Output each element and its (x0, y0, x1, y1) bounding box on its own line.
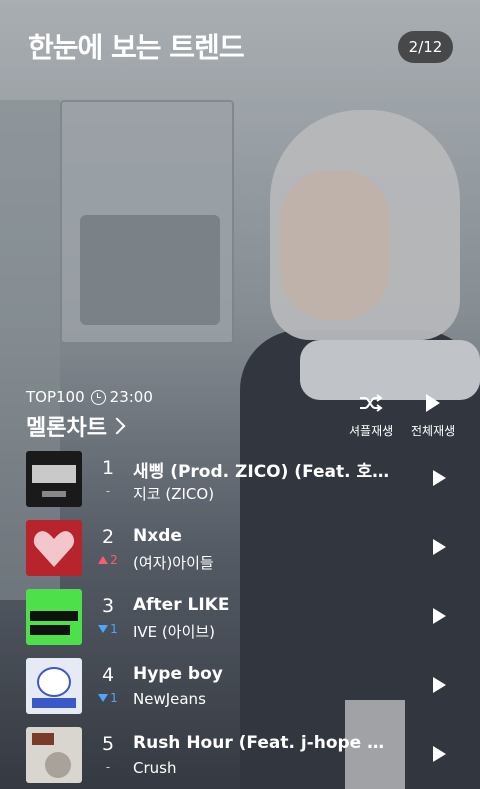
shuffle-play-button[interactable]: 셔플재생 (349, 392, 393, 439)
album-cover (26, 727, 82, 783)
song-title: Hype boy (133, 664, 223, 684)
artist-name: IVE (아이브) (133, 623, 216, 641)
list-item[interactable]: 3 1 After LIKE IVE (아이브) (0, 587, 480, 656)
page-indicator: 2/12 (398, 31, 453, 63)
shuffle-label: 셔플재생 (349, 424, 394, 438)
song-title: 새삥 (Prod. ZICO) (Feat. 호… (133, 462, 390, 482)
artist-name: Crush (133, 759, 177, 777)
arrow-down-icon (98, 694, 109, 702)
song-title: Nxde (133, 526, 182, 546)
chart-label: TOP100 (26, 388, 85, 406)
play-all-button[interactable]: 전체재생 (411, 392, 455, 439)
chart-time: 23:00 (109, 388, 153, 406)
melon-chart-link[interactable]: 멜론차트 (26, 410, 126, 442)
rank-number: 2 (101, 526, 115, 548)
song-title: After LIKE (133, 595, 230, 615)
song-list: 1 - 새삥 (Prod. ZICO) (Feat. 호… 지코 (ZICO) … (0, 449, 480, 789)
rank-change: - (105, 760, 111, 774)
artist-name: 지코 (ZICO) (133, 485, 215, 503)
list-item[interactable]: 2 2 Nxde (여자)아이들 (0, 518, 480, 587)
shuffle-icon (358, 392, 384, 414)
song-title: Rush Hour (Feat. j-hope o... (133, 733, 395, 753)
play-icon[interactable] (433, 746, 446, 762)
clock-icon (90, 389, 106, 405)
play-all-label: 전체재생 (411, 424, 456, 438)
arrow-up-icon (98, 556, 109, 564)
page-title: 한눈에 보는 트렌드 (28, 31, 245, 64)
chart-name: 멜론차트 (26, 416, 107, 441)
play-icon[interactable] (433, 608, 446, 624)
rank-number: 4 (101, 664, 115, 686)
rank-change: - (105, 484, 111, 498)
play-icon[interactable] (433, 470, 446, 486)
chevron-right-icon (108, 417, 126, 435)
list-item[interactable]: 4 1 Hype boy NewJeans (0, 656, 480, 725)
album-cover (26, 520, 82, 576)
play-icon (426, 392, 441, 414)
album-cover (26, 589, 82, 645)
album-cover (26, 658, 82, 714)
album-cover (26, 451, 82, 507)
play-icon[interactable] (433, 677, 446, 693)
trend-screen: 한눈에 보는 트렌드 2/12 TOP100 23:00 멜론차트 셔플재생 전… (0, 0, 480, 789)
chart-meta: TOP100 23:00 (26, 388, 153, 406)
list-item[interactable]: 1 - 새삥 (Prod. ZICO) (Feat. 호… 지코 (ZICO) (0, 449, 480, 518)
play-icon[interactable] (433, 539, 446, 555)
rank-change: 1 (92, 622, 124, 636)
arrow-down-icon (98, 625, 109, 633)
list-item[interactable]: 5 - Rush Hour (Feat. j-hope o... Crush (0, 725, 480, 789)
artist-name: (여자)아이들 (133, 554, 214, 572)
rank-number: 3 (101, 595, 115, 617)
rank-change: 1 (92, 691, 124, 705)
artist-name: NewJeans (133, 690, 206, 708)
rank-number: 5 (101, 733, 115, 755)
rank-change: 2 (92, 553, 124, 567)
rank-number: 1 (101, 457, 115, 479)
